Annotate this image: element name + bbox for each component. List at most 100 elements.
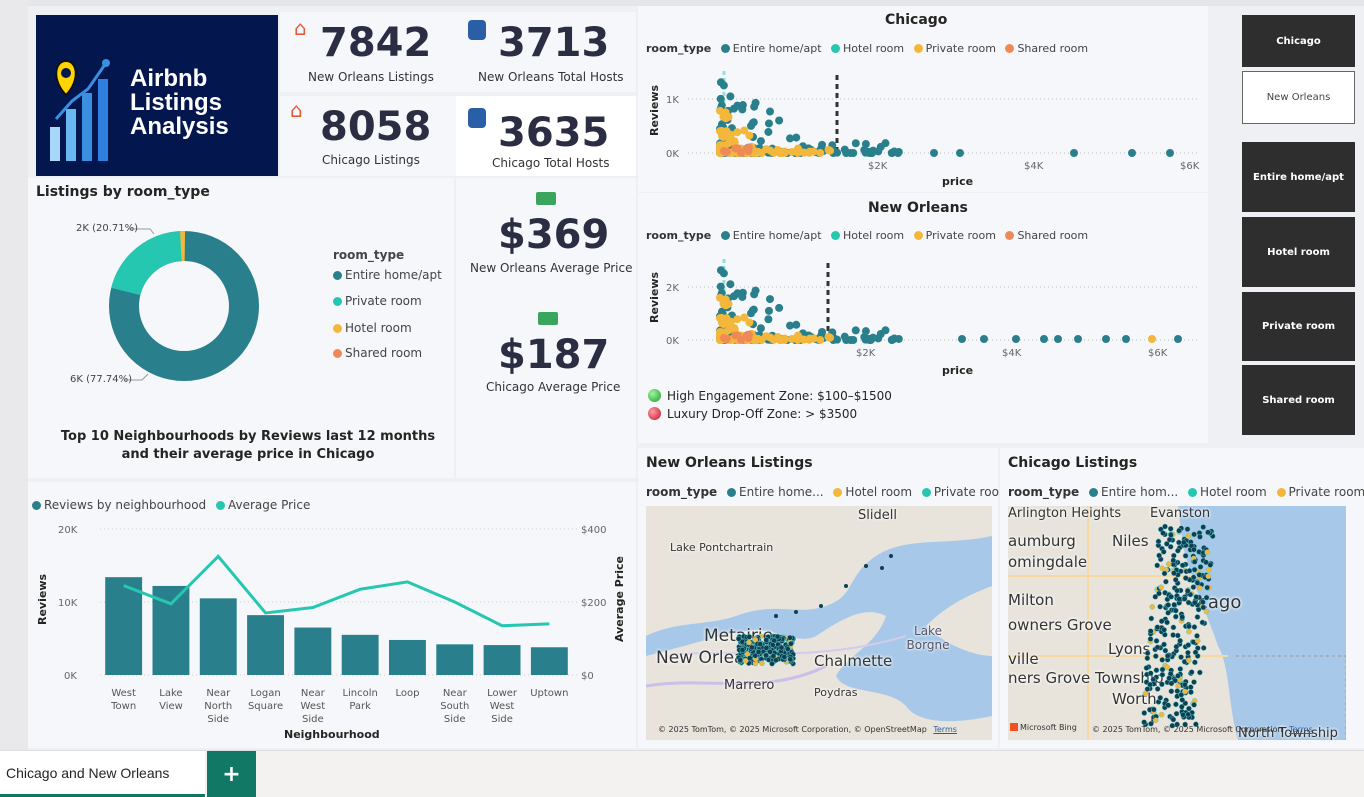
donut-legend-shared[interactable]: Shared room <box>333 346 422 360</box>
combo-chart: Reviews Average Price 20K 10K 0K $400 $2… <box>36 525 626 741</box>
donut-card: Listings by room_type 2K (20.71%) 6K (77… <box>28 178 454 478</box>
x-tick-label: Lower <box>487 688 518 699</box>
data-point <box>793 148 802 157</box>
listing-dot <box>1162 523 1168 530</box>
listing-dot <box>864 564 868 568</box>
x-tick-label: Lake <box>159 688 182 699</box>
listing-dot <box>1153 638 1160 644</box>
map-terms-link[interactable]: Terms <box>933 725 957 734</box>
listing-dot <box>1153 667 1160 674</box>
donut-label-bottom: 6K (77.74%) <box>70 374 133 385</box>
data-point <box>722 147 731 156</box>
listing-dot <box>1182 575 1189 581</box>
listing-dot <box>1178 654 1184 660</box>
listing-dot <box>1159 666 1166 673</box>
scatter-xtick: $4K <box>1024 161 1044 172</box>
data-point <box>874 334 883 343</box>
listing-dot <box>1147 628 1154 634</box>
donut-legend-private[interactable]: Private room <box>333 294 422 308</box>
listing-dot <box>778 644 785 651</box>
x-tick-label: View <box>159 701 183 712</box>
listing-dot <box>1160 548 1167 555</box>
listing-dot <box>1161 641 1167 648</box>
data-point <box>840 332 849 341</box>
slicer-chicago[interactable]: Chicago <box>1242 15 1355 67</box>
map-chicago[interactable]: Arlington Heights Evanston aumburg Niles… <box>1008 506 1346 740</box>
listing-dot <box>1185 599 1192 606</box>
listing-dot <box>1164 664 1171 671</box>
data-point <box>745 330 754 339</box>
listing-dot <box>1158 618 1165 625</box>
scatter-ytick: 1K <box>666 95 679 106</box>
data-point <box>722 334 731 343</box>
listing-dot <box>1166 675 1172 682</box>
data-point <box>764 127 773 136</box>
data-point <box>726 280 735 289</box>
listing-dot <box>1167 525 1174 532</box>
tab-chicago-new-orleans[interactable]: Chicago and New Orleans <box>0 751 205 797</box>
slicer-private-room[interactable]: Private room <box>1242 292 1355 361</box>
listing-dot <box>1147 670 1154 677</box>
scatter-no-card: New Orleans room_type Entire home/apt Ho… <box>638 193 1208 443</box>
data-point <box>868 149 876 157</box>
slicer-entire-home[interactable]: Entire home/apt <box>1242 142 1355 212</box>
listing-dot <box>787 634 793 641</box>
listing-dot <box>735 635 742 642</box>
donut-legend-entire[interactable]: Entire home/apt <box>333 268 442 282</box>
listing-dot <box>794 610 798 614</box>
data-point <box>1040 335 1048 343</box>
data-point <box>729 292 738 301</box>
listing-dot <box>1191 624 1198 630</box>
bar <box>436 644 474 675</box>
listing-dot <box>1168 593 1174 600</box>
kpi-value: 3635 <box>498 110 610 156</box>
slicer-shared-room[interactable]: Shared room <box>1242 365 1355 435</box>
data-point <box>773 146 782 155</box>
donut-legend-title: room_type <box>333 248 405 262</box>
data-point <box>866 335 875 344</box>
listing-dot <box>1205 573 1212 580</box>
zone-high: High Engagement Zone: $100–$1500 <box>648 389 892 403</box>
listing-dot <box>1203 594 1210 601</box>
listing-dot <box>1185 649 1191 656</box>
slicer-hotel-room[interactable]: Hotel room <box>1242 217 1355 287</box>
zone-luxury: Luxury Drop-Off Zone: > $3500 <box>648 407 857 421</box>
data-point <box>719 319 728 328</box>
house-icon: ⌂ <box>290 98 303 122</box>
listing-dot <box>1188 689 1194 695</box>
slicer-new-orleans[interactable]: New Orleans <box>1242 71 1355 124</box>
kpi-card-chi-listings: ⌂ 8058 Chicago Listings <box>280 96 456 176</box>
logo-line-3: Analysis <box>130 113 229 140</box>
listing-dot <box>1191 679 1197 685</box>
donut-legend-hotel[interactable]: Hotel room <box>333 321 412 335</box>
data-point <box>766 146 775 155</box>
scatter-ytick: 0K <box>666 149 679 160</box>
data-point <box>764 119 773 128</box>
logo-line-1: Airbnb <box>130 65 208 92</box>
listing-dot <box>774 614 778 618</box>
listing-dot <box>1143 665 1150 671</box>
map-copyright: © 2025 TomTom, © 2025 Microsoft Corporat… <box>1092 725 1313 734</box>
kpi-label: New Orleans Listings <box>308 70 434 84</box>
add-page-button[interactable]: + <box>207 751 256 797</box>
combo-ytick: 20K <box>58 525 78 536</box>
money-icon <box>536 192 556 205</box>
map-terms-link[interactable]: Terms <box>1289 725 1313 734</box>
data-point <box>738 105 747 114</box>
scatter-xlabel: price <box>942 175 973 188</box>
map-legend: room_type Entire hom... Hotel room Priva… <box>1008 485 1364 499</box>
listing-dot <box>1177 666 1184 672</box>
x-tick-label: Loop <box>395 688 419 699</box>
listing-dot <box>1174 587 1180 594</box>
scatter-plot: Reviews 1K 0K $2K $4K $6K price <box>648 71 1200 188</box>
data-point <box>738 292 747 301</box>
map-new-orleans[interactable]: Slidell Lake Pontchartrain Metairie New … <box>646 506 992 740</box>
listing-dot <box>1155 538 1162 545</box>
kpi-label: Chicago Total Hosts <box>492 156 610 170</box>
data-point <box>785 321 794 330</box>
listing-dot <box>1158 711 1165 718</box>
bar <box>341 634 379 675</box>
combo-ytick: 10K <box>58 598 78 609</box>
x-tick-label: Town <box>110 701 136 712</box>
listing-dot <box>1147 681 1153 688</box>
